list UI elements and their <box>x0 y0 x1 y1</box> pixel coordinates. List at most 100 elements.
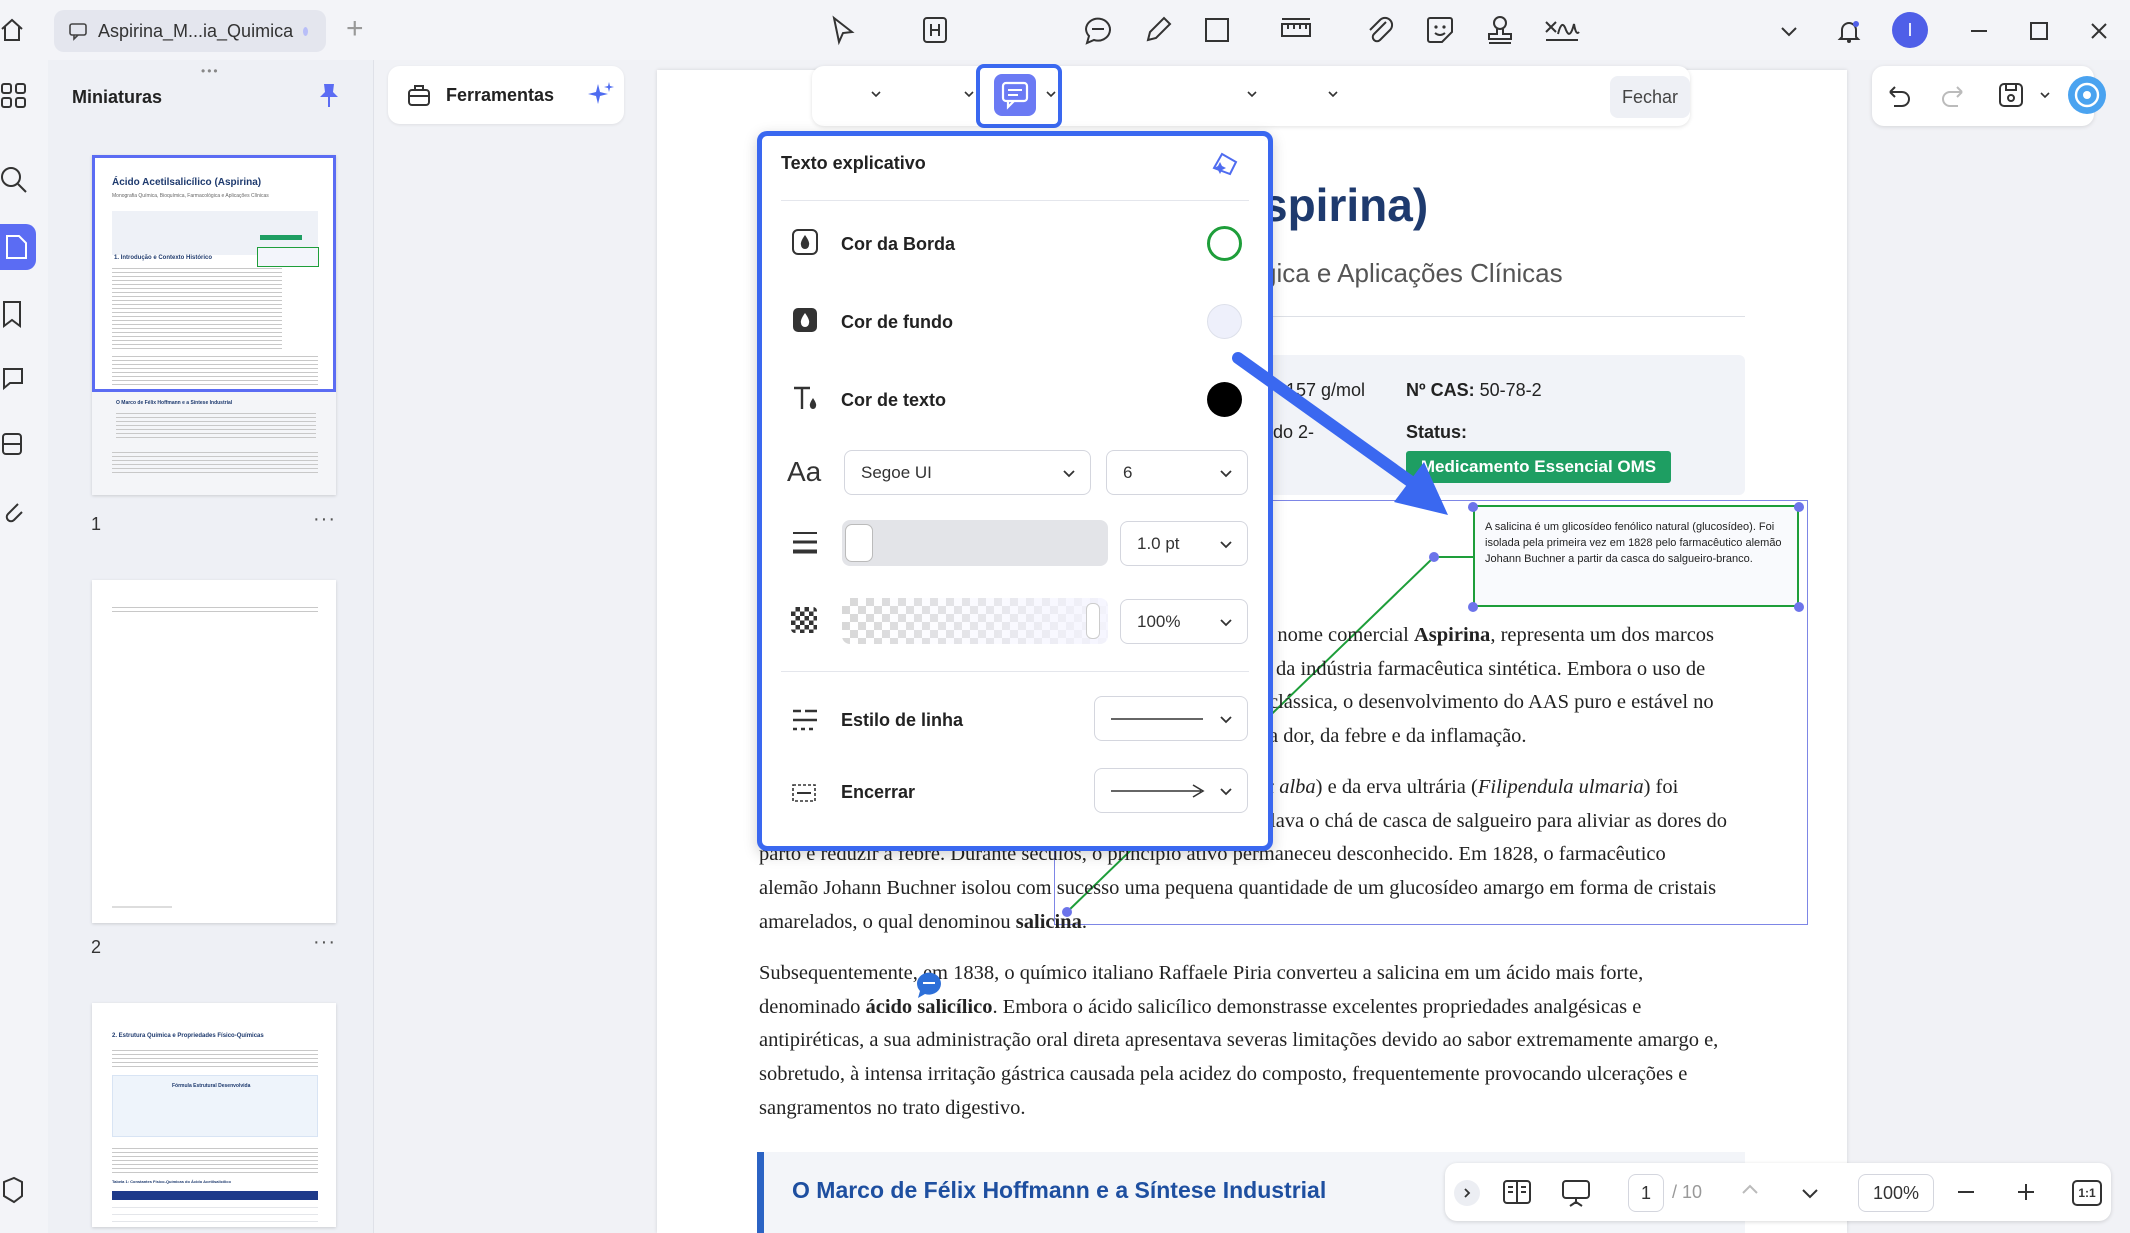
signature-icon[interactable] <box>1544 14 1580 46</box>
chevron-down-icon[interactable] <box>1327 88 1339 100</box>
search-icon[interactable] <box>0 166 28 194</box>
page-number-input[interactable]: 1 <box>1628 1174 1664 1212</box>
user-avatar[interactable]: I <box>1892 12 1928 48</box>
attachment-icon[interactable] <box>0 498 28 526</box>
grid-icon[interactable] <box>0 82 28 110</box>
presentation-icon[interactable] <box>1560 1178 1592 1208</box>
callout-tool-icon[interactable] <box>994 74 1036 116</box>
rectangle-icon[interactable] <box>1202 14 1234 46</box>
pin-icon[interactable] <box>318 82 340 108</box>
undo-icon[interactable] <box>1884 80 1914 110</box>
redo-icon[interactable] <box>1938 80 1968 110</box>
opacity-slider-handle[interactable] <box>1086 603 1100 639</box>
ai-sparkle-icon[interactable] <box>1208 148 1240 180</box>
thumb-section-heading: 1. Introdução e Contexto Histórico <box>114 255 213 261</box>
chevron-down-icon <box>1219 537 1233 551</box>
home-icon[interactable] <box>0 16 28 44</box>
text-color-swatch[interactable] <box>1207 382 1242 417</box>
comment-doc-icon <box>68 21 88 41</box>
chevron-down-icon <box>1219 784 1233 798</box>
line-width-value: 1.0 pt <box>1137 533 1180 553</box>
tools-button[interactable]: Ferramentas <box>388 66 624 124</box>
help-icon[interactable] <box>0 1176 28 1204</box>
line-width-slider-handle[interactable] <box>845 524 873 562</box>
font-family-select[interactable]: Segoe UI <box>844 450 1091 495</box>
chevron-down-icon[interactable] <box>870 88 882 100</box>
fill-color-swatch[interactable] <box>1207 304 1242 339</box>
next-page-icon[interactable] <box>1798 1181 1822 1205</box>
previous-page-icon[interactable] <box>1738 1178 1762 1202</box>
panel-divider <box>781 671 1249 672</box>
paragraph-line: alemão Johann Buchner isolou com sucesso… <box>759 877 1717 899</box>
page-thumbnail-3[interactable]: 2. Estrutura Química e Propriedades Físi… <box>92 1003 336 1227</box>
highlight-icon[interactable] <box>920 14 952 46</box>
line-width-select[interactable]: 1.0 pt <box>1120 521 1248 566</box>
line-style-select[interactable] <box>1094 696 1248 741</box>
ai-assistant-icon[interactable] <box>2068 76 2106 114</box>
zoom-out-icon[interactable] <box>1954 1180 1978 1204</box>
line-width-slider[interactable] <box>842 520 1108 566</box>
document-tab[interactable]: Aspirina_M...ia_Quimica <box>54 10 326 52</box>
ai-sparkle-icon[interactable] <box>586 80 616 110</box>
zoom-in-icon[interactable] <box>2014 1180 2038 1204</box>
line-style-label: Estilo de linha <box>841 710 964 730</box>
opacity-slider[interactable] <box>842 598 1108 644</box>
status-label: Status: <box>1406 422 1468 442</box>
minimize-icon[interactable] <box>1962 14 1996 48</box>
paragraph-line: antipiréticas, a sua administração oral … <box>759 1029 1719 1051</box>
more-icon[interactable]: ··· <box>313 508 336 531</box>
callout-text[interactable]: A salicina é um glicosídeo fenólico natu… <box>1475 507 1797 567</box>
comments-icon[interactable] <box>0 364 28 392</box>
close-icon[interactable] <box>2082 14 2116 48</box>
page-thumbnail-1[interactable]: Ácido Acetilsalicílico (Aspirina) Monogr… <box>92 155 336 495</box>
doc-subtitle: gica e Aplicações Clínicas <box>1262 258 1563 288</box>
thumb-table-title: Tabela 1: Constantes Físico-Químicas do … <box>112 1179 231 1184</box>
line-width-icon <box>791 529 819 557</box>
actual-size-button[interactable]: 1:1 <box>2072 1180 2102 1206</box>
layers-icon[interactable] <box>0 430 28 458</box>
chevron-down-icon[interactable] <box>963 88 975 100</box>
select-pointer-icon[interactable] <box>828 14 860 46</box>
more-icon[interactable]: ··· <box>313 931 336 954</box>
maximize-icon[interactable] <box>2022 14 2056 48</box>
total-pages: / 10 <box>1672 1182 1703 1202</box>
paperclip-icon[interactable] <box>1364 14 1396 46</box>
solid-line-icon <box>1111 717 1203 721</box>
paragraph-line: Subsequentemente, em 1838, o químico ita… <box>759 962 1644 984</box>
chevron-down-icon[interactable] <box>2039 89 2051 101</box>
new-tab-icon[interactable]: + <box>346 14 364 44</box>
opacity-select[interactable]: 100% <box>1120 599 1248 644</box>
line-end-select[interactable] <box>1094 768 1248 813</box>
comment-marker-icon[interactable] <box>914 970 944 1000</box>
collapse-icon[interactable] <box>1454 1180 1480 1206</box>
pencil-icon[interactable] <box>1142 14 1174 46</box>
bell-icon[interactable] <box>1832 14 1866 48</box>
section-heading: O Marco de Félix Hoffmann e a Síntese In… <box>792 1177 1327 1203</box>
chevron-down-icon[interactable] <box>1246 88 1258 100</box>
comment-icon[interactable] <box>1082 14 1114 46</box>
border-color-swatch[interactable] <box>1207 226 1242 261</box>
panel-divider <box>781 200 1249 201</box>
close-toolbar-button[interactable]: Fechar <box>1610 76 1690 118</box>
zoom-input[interactable]: 100% <box>1858 1174 1934 1212</box>
cas-value: 50-78-2 <box>1479 380 1542 400</box>
font-icon: Aa <box>787 456 822 487</box>
panel-grip[interactable]: ••• <box>201 64 220 78</box>
callout-box[interactable]: A salicina é um glicosídeo fenólico natu… <box>1473 505 1799 607</box>
chevron-down-icon[interactable] <box>1045 88 1057 100</box>
measure-icon[interactable] <box>1280 14 1312 46</box>
chevron-down-icon[interactable] <box>1772 14 1806 48</box>
font-size-select[interactable]: 6 <box>1106 450 1248 495</box>
drop-icon <box>791 228 819 256</box>
sticker-icon[interactable] <box>1424 14 1456 46</box>
paragraph-line: da indústria farmacêutica sintética. Emb… <box>1276 658 1706 680</box>
thumb-subsection: O Marco de Félix Hoffmann e a Síntese In… <box>116 400 233 406</box>
paragraph-line: sobretudo, à intensa irritação gástrica … <box>759 1063 1688 1085</box>
bookmark-icon[interactable] <box>0 300 28 328</box>
page-layout-icon[interactable] <box>1502 1178 1532 1206</box>
save-icon[interactable] <box>1996 80 2026 110</box>
stamp-icon[interactable] <box>1484 14 1516 46</box>
page-thumbnail-2[interactable] <box>92 580 336 923</box>
thumb-title: Ácido Acetilsalicílico (Aspirina) <box>112 177 262 188</box>
page-icon[interactable] <box>4 233 32 261</box>
